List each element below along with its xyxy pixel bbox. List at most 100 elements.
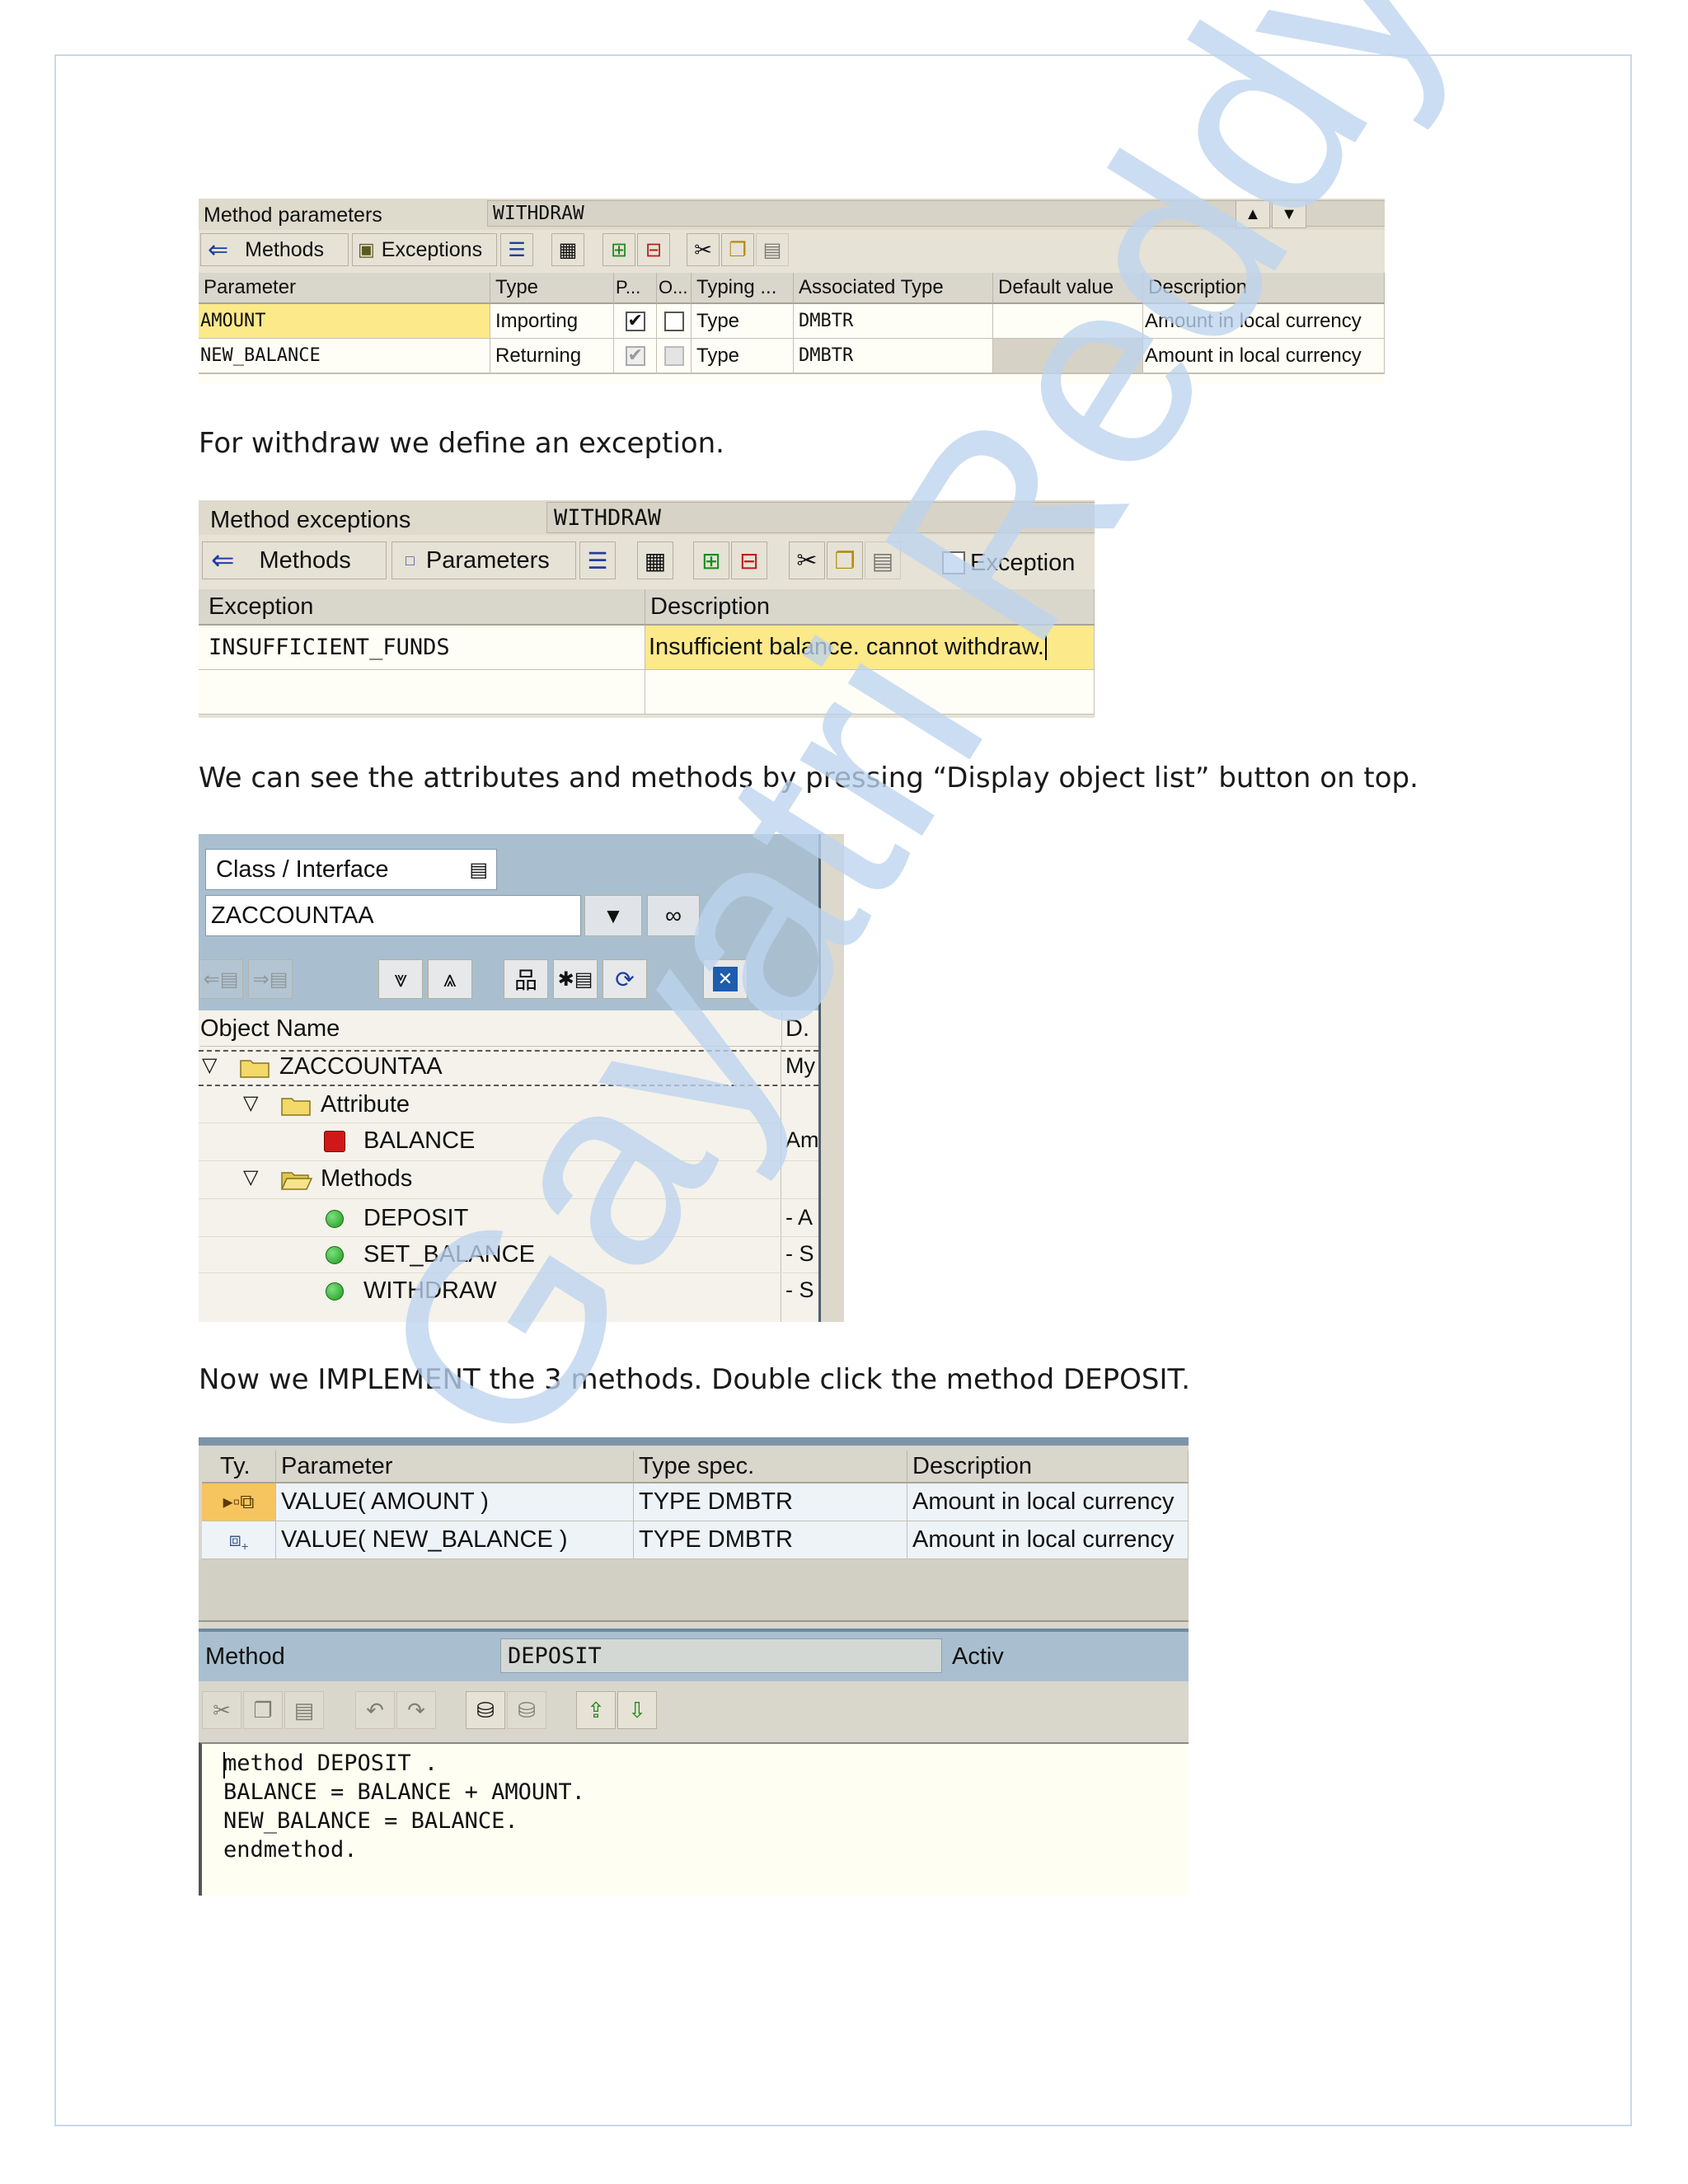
optional-cell[interactable] [657, 304, 692, 339]
column-header-parameter[interactable]: Parameter [276, 1451, 634, 1483]
pass-by-value-checkbox[interactable]: ✔ [625, 310, 645, 331]
next-object-button[interactable]: ⇒▤ [248, 959, 293, 999]
table-cell-parameter[interactable]: VALUE( NEW_BALANCE ) [276, 1521, 634, 1559]
column-header-type[interactable]: Type [490, 273, 614, 304]
tree-node-label[interactable]: SET_BALANCE [363, 1241, 535, 1268]
exceptions-icon: ▣ [358, 239, 375, 260]
returning-parameter-icon: ⧈₊ [228, 1528, 249, 1551]
expand-all-button[interactable]: ⩔ [378, 959, 423, 999]
parameters-button[interactable]: □ Parameters [392, 541, 576, 579]
column-header-object-name[interactable]: Object Name [200, 1012, 782, 1047]
tree-node-label[interactable]: WITHDRAW [363, 1277, 497, 1305]
column-header-typing[interactable]: Typing ... [692, 273, 794, 304]
table-cell-description[interactable]: Insufficient balance. cannot withdraw. [645, 626, 1095, 670]
table-cell-type-spec[interactable]: TYPE DMBTR [634, 1521, 907, 1559]
undo-button[interactable]: ↶ [355, 1691, 395, 1729]
hierarchy-button[interactable]: 品 [504, 959, 548, 999]
method-name-field[interactable]: DEPOSIT [500, 1638, 942, 1673]
table-cell-description[interactable]: Amount in local currency [1143, 304, 1385, 339]
tree-node-label[interactable]: DEPOSIT [363, 1205, 468, 1232]
table-cell-type[interactable]: Importing [490, 304, 614, 339]
column-header-description[interactable]: Description [645, 589, 1095, 626]
detail-view-button[interactable]: ☰ [579, 541, 616, 579]
display-glasses-button[interactable]: ∞ [647, 895, 700, 936]
column-header-pass-by-value[interactable]: P... [614, 273, 657, 304]
insert-row-button[interactable]: ⊞ [603, 233, 635, 266]
table-cell-parameter[interactable]: NEW_BALANCE [199, 339, 490, 373]
class-name-input[interactable]: ZACCOUNTAA [205, 895, 581, 936]
paste-button[interactable]: ▤ [284, 1691, 324, 1729]
optional-checkbox[interactable] [663, 311, 684, 331]
table-cell-associated-type[interactable]: DMBTR [794, 339, 993, 373]
find-button[interactable]: ⛁ [466, 1691, 505, 1729]
tree-node-label[interactable]: Methods [321, 1165, 412, 1193]
cut-button[interactable]: ✂ [789, 541, 825, 579]
class-interface-dropdown[interactable]: Class / Interface ▤ [205, 849, 497, 890]
delete-row-button[interactable]: ⊟ [731, 541, 767, 579]
filter-button[interactable]: ✱▤ [553, 959, 598, 999]
table-cell-default-value [993, 339, 1143, 373]
method-name-field[interactable]: WITHDRAW [546, 502, 1095, 533]
column-header-exception[interactable]: Exception [199, 589, 645, 626]
table-cell-typing[interactable]: Type [692, 339, 794, 373]
redo-button[interactable]: ↷ [396, 1691, 436, 1729]
detail-view-button[interactable]: ☰ [500, 233, 533, 266]
column-header-associated-type[interactable]: Associated Type [794, 273, 993, 304]
exception-class-checkbox[interactable] [942, 551, 965, 574]
table-cell-type[interactable]: Returning [490, 339, 614, 373]
save-layout-button[interactable]: ▦ [551, 233, 584, 266]
column-header-description[interactable]: D. [782, 1012, 818, 1047]
delete-row-button[interactable]: ⊟ [637, 233, 670, 266]
previous-object-button[interactable]: ⇐▤ [199, 959, 243, 999]
table-cell-description[interactable]: Amount in local currency [907, 1521, 1189, 1559]
column-header-description[interactable]: Description [1143, 273, 1385, 304]
table-cell-exception[interactable]: INSUFFICIENT_FUNDS [199, 626, 645, 670]
column-header-optional[interactable]: O... [657, 273, 692, 304]
save-layout-button[interactable]: ▦ [637, 541, 673, 579]
collapse-triangle-icon[interactable]: ▽ [202, 1053, 217, 1077]
tree-node-label[interactable]: BALANCE [363, 1127, 475, 1155]
scissors-icon: ✂ [213, 1697, 231, 1722]
scroll-down-button[interactable]: ▼ [1272, 200, 1306, 228]
table-cell-associated-type[interactable]: DMBTR [794, 304, 993, 339]
copy-button[interactable]: ❐ [243, 1691, 283, 1729]
column-header-default-value[interactable]: Default value [993, 273, 1143, 304]
exceptions-button-label: Exceptions [381, 237, 483, 261]
close-button[interactable]: ✕ [703, 959, 748, 999]
table-cell-description[interactable]: Amount in local currency [907, 1483, 1189, 1521]
pass-by-value-cell[interactable]: ✔ [614, 304, 657, 339]
column-header-ty[interactable]: Ty. [202, 1451, 276, 1483]
exceptions-button[interactable]: ▣ Exceptions [352, 233, 497, 266]
collapse-all-button[interactable]: ⩓ [428, 959, 472, 999]
methods-button[interactable]: ⇐ Methods [200, 233, 349, 266]
table-cell-typing[interactable]: Type [692, 304, 794, 339]
refresh-button[interactable]: ⟳ [603, 959, 647, 999]
table-cell-empty[interactable] [645, 670, 1095, 715]
cut-button[interactable]: ✂ [202, 1691, 241, 1729]
collapse-triangle-icon[interactable]: ▽ [243, 1091, 258, 1115]
collapse-triangle-icon[interactable]: ▽ [243, 1165, 258, 1189]
table-cell-parameter[interactable]: VALUE( AMOUNT ) [276, 1483, 634, 1521]
table-cell-type-spec[interactable]: TYPE DMBTR [634, 1483, 907, 1521]
copy-button[interactable]: ❐ [827, 541, 863, 579]
download-button[interactable]: ⇩ [617, 1691, 657, 1729]
copy-button[interactable]: ❐ [721, 233, 754, 266]
column-header-parameter[interactable]: Parameter [199, 273, 490, 304]
find-next-button[interactable]: ⛁ [507, 1691, 546, 1729]
vertical-splitter[interactable] [818, 834, 844, 1322]
scroll-up-button[interactable]: ▲ [1236, 200, 1270, 228]
insert-row-button[interactable]: ⊞ [693, 541, 729, 579]
class-dropdown-button[interactable]: ▼ [584, 895, 642, 936]
methods-button[interactable]: ⇐ Methods [202, 541, 387, 579]
table-cell-description[interactable]: Amount in local currency [1143, 339, 1385, 373]
table-cell-default-value[interactable] [993, 304, 1143, 339]
table-cell-empty[interactable] [199, 670, 645, 715]
paste-button[interactable]: ▤ [865, 541, 901, 579]
column-header-description[interactable]: Description [907, 1451, 1189, 1483]
tree-node-label[interactable]: Attribute [321, 1091, 410, 1118]
upload-button[interactable]: ⇪ [576, 1691, 616, 1729]
table-cell-parameter[interactable]: AMOUNT [199, 304, 490, 339]
cut-button[interactable]: ✂ [687, 233, 720, 266]
paste-button[interactable]: ▤ [756, 233, 789, 266]
column-header-type-spec[interactable]: Type spec. [634, 1451, 907, 1483]
